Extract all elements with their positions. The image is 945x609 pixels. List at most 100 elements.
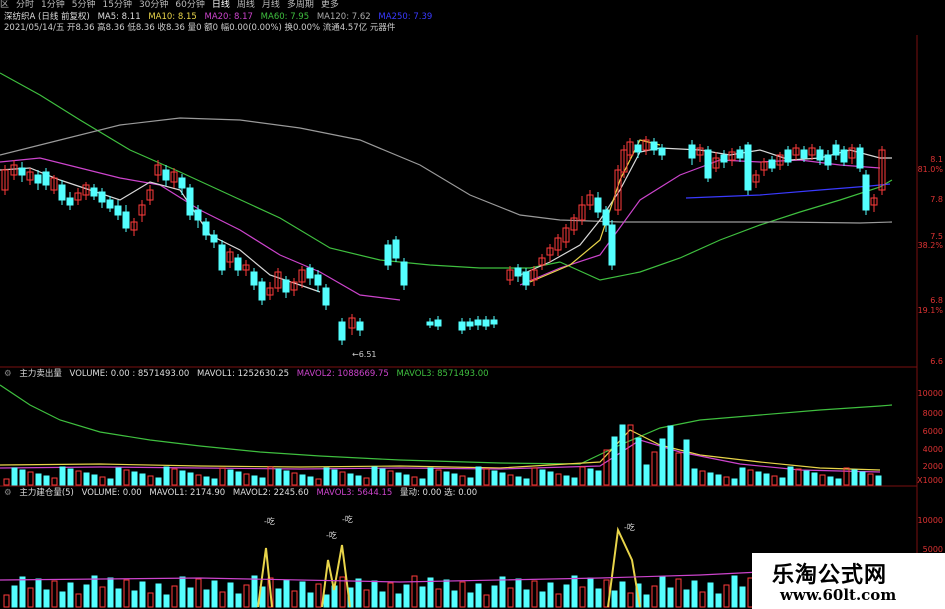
- vol2-volume: VOLUME: 0.00: [81, 488, 142, 498]
- vol1-bar-8: [67, 468, 74, 486]
- vol2-bar-53: [427, 577, 434, 608]
- vol2-bar-37: [299, 581, 306, 608]
- vol1-mavol3-line: [0, 384, 893, 465]
- vol1-bar-31: [251, 475, 258, 486]
- vol2-extra: 量动: 0.00 选: 0.00: [399, 488, 478, 498]
- vol1-bar-4: [35, 473, 42, 486]
- candle-body-29: [234, 257, 242, 271]
- candle-body-96: [856, 147, 864, 169]
- vol1-bar-9: [75, 470, 82, 486]
- vol2-bar-39: [315, 583, 322, 608]
- candle-body-8: [66, 197, 74, 206]
- vol1-bar-46: [371, 466, 378, 486]
- vol1-bar-104: [835, 478, 842, 486]
- vol2-bar-62: [499, 576, 506, 608]
- candle-body-5: [42, 171, 50, 186]
- vol1-axis-tick: 4000: [922, 445, 943, 454]
- vol1-bar-40: [323, 467, 330, 486]
- vol1-axis-tick: 6000: [922, 427, 943, 436]
- vol2-bar-90: [723, 584, 730, 608]
- candle-body-4: [34, 174, 42, 184]
- main-axis-tick: 6.8: [930, 296, 943, 305]
- vol2-bar-18: [147, 592, 154, 608]
- vol1-bar-77: [619, 424, 626, 486]
- vol1-bar-106: [851, 469, 858, 486]
- vol1-axis-tick: X1000: [917, 476, 943, 485]
- vol1-bar-10: [83, 472, 90, 486]
- vol1-name: 主力卖出量: [19, 369, 62, 379]
- candle-body-56: [522, 271, 530, 286]
- vol2-header: ⚙ 主力建仓量(5) VOLUME: 0.00 MAVOL1: 2174.90 …: [4, 488, 482, 498]
- vol1-bar-79: [635, 437, 642, 486]
- candle-body-27: [218, 244, 226, 271]
- vol2-bar-56: [451, 590, 458, 608]
- vol1-bar-26: [211, 478, 218, 486]
- candle-body-93: [832, 144, 840, 156]
- candle-body-14: [114, 205, 122, 216]
- vol2-bar-22: [179, 576, 186, 608]
- vol1-gear-icon: ⚙: [4, 369, 12, 379]
- vol2-bar-67: [539, 591, 546, 608]
- vol1-bar-63: [507, 474, 514, 486]
- vol2-bar-60: [483, 594, 490, 608]
- vol1-bar-86: [691, 468, 698, 486]
- vol1-bar-108: [867, 473, 874, 486]
- vol1-bar-69: [555, 473, 562, 486]
- vol2-mavol3: MAVOL3: 5644.15: [316, 488, 393, 498]
- vol1-bar-101: [811, 472, 818, 486]
- vol1-bar-39: [315, 478, 322, 486]
- candle-body-87: [784, 149, 792, 163]
- candle-body-31: [250, 271, 258, 286]
- vol2-bar-69: [555, 593, 562, 608]
- vol1-bar-109: [875, 475, 882, 486]
- vol1-bar-19: [155, 477, 162, 486]
- vol2-bar-13: [107, 577, 114, 608]
- vol1-bar-47: [379, 468, 386, 486]
- vol1-bar-53: [427, 467, 434, 486]
- trend-line: [685, 183, 891, 199]
- low-price-label: ←6.51: [352, 350, 377, 359]
- annotation-2: -吃: [326, 531, 337, 540]
- candle-body-23: [186, 187, 194, 216]
- vol2-bar-61: [491, 585, 498, 608]
- vol1-bar-30: [243, 473, 250, 486]
- vol1-bar-57: [459, 475, 466, 486]
- vol2-bar-24: [195, 578, 202, 608]
- vol1-bar-13: [107, 478, 114, 486]
- annotation-3: -吃: [342, 515, 353, 524]
- vol1-bar-37: [299, 474, 306, 486]
- vol1-bar-0: [3, 478, 10, 486]
- candle-body-75: [688, 144, 696, 159]
- vol1-bar-50: [403, 474, 410, 486]
- vol1-bar-1: [11, 467, 18, 486]
- vol2-bar-59: [475, 583, 482, 608]
- candle-body-73: [650, 141, 658, 151]
- vol1-bar-59: [475, 466, 482, 486]
- main-axis-tick: 6.6: [930, 357, 943, 366]
- candle-body-47: [426, 321, 434, 326]
- candle-body-91: [816, 149, 824, 161]
- candle-body-25: [202, 221, 210, 236]
- vol2-bar-31: [251, 575, 258, 608]
- vol1-bar-70: [563, 475, 570, 486]
- vol2-bar-77: [619, 581, 626, 608]
- vol1-bar-62: [499, 472, 506, 486]
- brand-url: www.60lt.com: [780, 586, 897, 604]
- candle-body-50: [466, 321, 474, 327]
- vol1-bar-92: [739, 467, 746, 486]
- vol1-bar-3: [27, 471, 34, 486]
- vol1-bar-85: [683, 439, 690, 486]
- vol2-bar-82: [659, 576, 666, 608]
- ma20-line-left: [0, 157, 401, 301]
- vol2-axis-tick: 10000: [917, 516, 943, 525]
- vol1-bar-17: [139, 473, 146, 486]
- vol2-name: 主力建仓量(5): [19, 488, 74, 498]
- candle-body-65: [594, 197, 602, 213]
- vol2-bar-27: [219, 591, 226, 608]
- vol2-bar-1: [11, 585, 18, 608]
- vol2-mavol2: MAVOL2: 2245.60: [232, 488, 309, 498]
- vol2-bar-65: [523, 589, 530, 608]
- ma5-line-left: [0, 167, 321, 293]
- vol2-bar-0: [3, 594, 10, 608]
- vol2-mavol3-line: [0, 571, 761, 583]
